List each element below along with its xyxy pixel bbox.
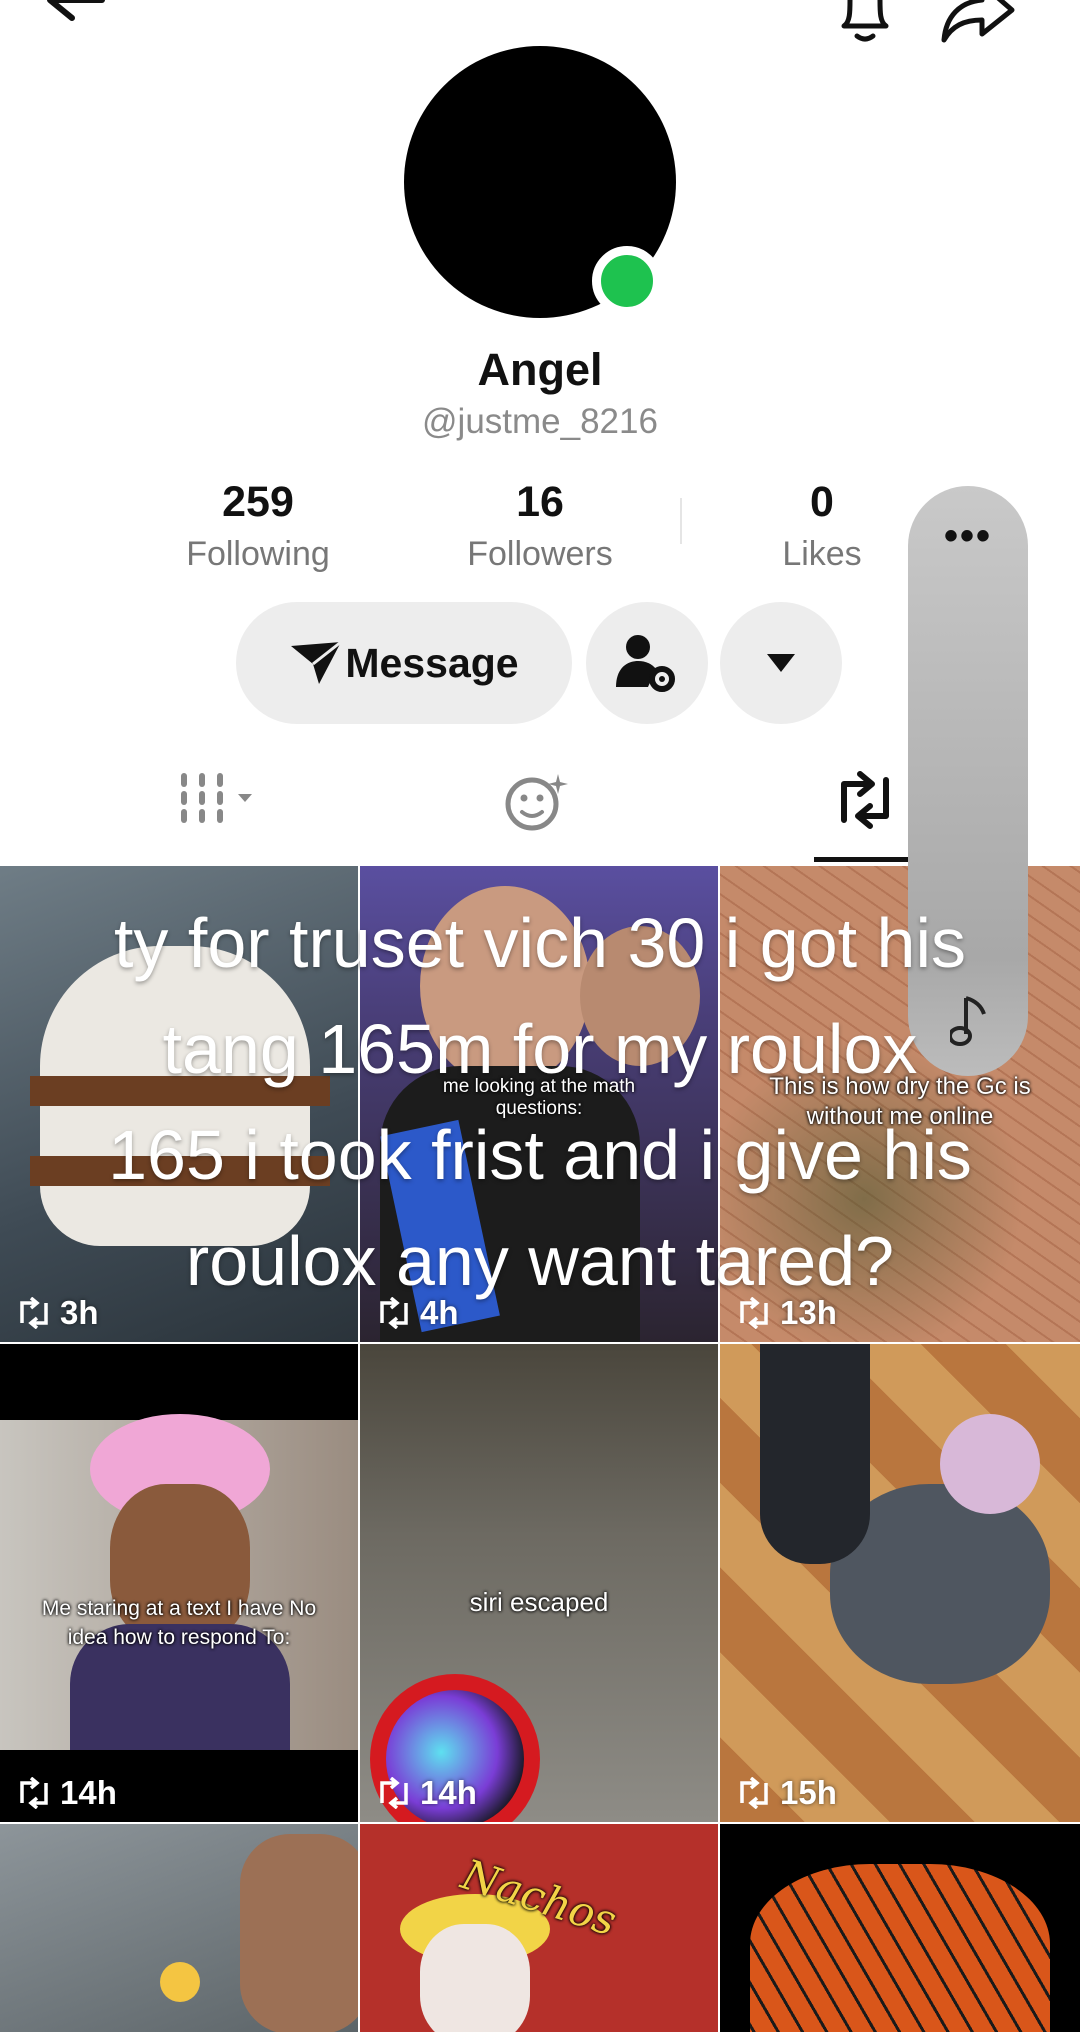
emoji-icon — [160, 1962, 200, 2002]
bell-icon[interactable] — [830, 0, 900, 48]
username-handle: @justme_8216 — [422, 402, 658, 441]
video-tile[interactable]: siri escaped 14h — [360, 1344, 718, 1822]
dropdown-button[interactable] — [720, 602, 842, 724]
more-options-icon[interactable]: ••• — [908, 516, 1028, 556]
message-button-label: Message — [345, 639, 519, 686]
thumbnail-subject — [760, 1344, 870, 1564]
overlay-text: ty for truset vich 30 i got his tang 165… — [0, 890, 1080, 1314]
stat-followers-label: Followers — [467, 535, 613, 573]
share-icon[interactable] — [938, 0, 1018, 48]
repost-time-label: 14h — [420, 1774, 477, 1811]
video-tile[interactable] — [0, 1824, 358, 2032]
video-tile[interactable]: Nachos — [360, 1824, 718, 2032]
stat-following[interactable]: 259 Following — [138, 478, 378, 574]
repost-time-label: 14h — [60, 1774, 117, 1811]
tab-favorites[interactable] — [502, 770, 622, 850]
user-settings-icon — [616, 635, 675, 692]
stat-likes-label: Likes — [782, 535, 862, 573]
video-tile[interactable] — [720, 1824, 1080, 2032]
thumbnail-subject — [420, 1924, 530, 2032]
message-button[interactable]: Message — [236, 602, 572, 724]
repost-icon — [380, 1777, 408, 1809]
thumbnail-subject — [240, 1834, 358, 2032]
stat-divider — [680, 498, 682, 544]
repost-time: 14h — [16, 1774, 117, 1812]
online-status-dot — [592, 246, 662, 316]
favorites-icon — [505, 774, 568, 831]
repost-time-label: 15h — [780, 1774, 837, 1811]
video-caption: siri escaped — [469, 1587, 609, 1617]
stat-followers-value: 16 — [516, 478, 564, 526]
video-tile[interactable]: Me staring at a text I have No idea how … — [0, 1344, 358, 1822]
video-caption: Me staring at a text I have No idea how … — [41, 1597, 317, 1649]
repost-time: 15h — [736, 1774, 837, 1812]
repost-icon — [740, 1777, 768, 1809]
stat-likes[interactable]: 0 Likes — [702, 478, 942, 574]
thumbnail-subject — [940, 1414, 1040, 1514]
stat-following-label: Following — [186, 535, 330, 573]
back-arrow-icon[interactable] — [40, 0, 110, 42]
video-tile[interactable]: 15h — [720, 1344, 1080, 1822]
display-name: Angel — [477, 344, 603, 395]
user-settings-button[interactable] — [586, 602, 708, 724]
tab-videos[interactable] — [176, 770, 296, 850]
stat-likes-value: 0 — [810, 478, 834, 526]
grid-videos-icon — [181, 773, 252, 823]
overlay-text-line: ty for truset vich 30 i got his — [113, 904, 967, 982]
repost-icon — [841, 771, 889, 829]
thumbnail-mask — [750, 1864, 1050, 2032]
repost-time: 14h — [376, 1774, 477, 1812]
overlay-text-line: tang 165m for my roulox — [162, 1010, 918, 1088]
send-icon — [291, 640, 343, 684]
stat-following-value: 259 — [222, 478, 294, 526]
dropdown-caret-icon — [767, 654, 795, 672]
stat-followers[interactable]: 16 Followers — [420, 478, 660, 574]
overlay-text-line: roulox any want tared? — [185, 1222, 895, 1300]
repost-icon — [20, 1777, 48, 1809]
overlay-text-line: 165 i took frist and i give his — [108, 1116, 972, 1194]
